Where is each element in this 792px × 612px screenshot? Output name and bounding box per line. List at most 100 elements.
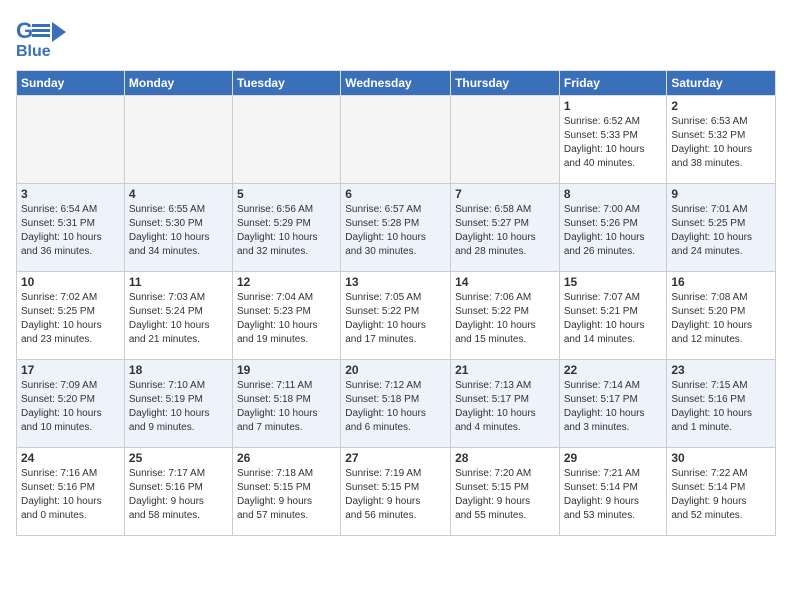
day-info: Sunrise: 7:11 AM Sunset: 5:18 PM Dayligh…	[237, 379, 336, 435]
day-info: Sunrise: 7:13 AM Sunset: 5:17 PM Dayligh…	[455, 379, 555, 435]
calendar-cell: 20Sunrise: 7:12 AM Sunset: 5:18 PM Dayli…	[341, 360, 451, 448]
calendar-cell	[341, 96, 451, 184]
header: G Blue	[16, 16, 776, 60]
day-info: Sunrise: 7:08 AM Sunset: 5:20 PM Dayligh…	[671, 291, 771, 347]
day-number: 21	[455, 363, 555, 377]
day-info: Sunrise: 7:00 AM Sunset: 5:26 PM Dayligh…	[564, 203, 663, 259]
calendar-cell: 26 Sunrise: 7:18 AM Sunset: 5:15 PM Dayli…	[232, 448, 340, 536]
day-number: 29	[564, 451, 663, 465]
day-info: Sunrise: 7:06 AM Sunset: 5:22 PM Dayligh…	[455, 291, 555, 347]
day-number: 6	[345, 187, 446, 201]
day-number: 18	[129, 363, 228, 377]
day-number: 8	[564, 187, 663, 201]
day-number: 9	[671, 187, 771, 201]
day-info: Sunrise: 7:18 AM Sunset: 5:15 PM Dayligh…	[237, 467, 336, 523]
calendar-cell: 10 Sunrise: 7:02 AM Sunset: 5:25 PM Dayli…	[17, 272, 125, 360]
calendar-header-friday: Friday	[559, 71, 667, 96]
calendar-cell: 3Sunrise: 6:54 AM Sunset: 5:31 PM Daylig…	[17, 184, 125, 272]
calendar-week-row: 1 Sunrise: 6:52 AM Sunset: 5:33 PM Daylig…	[17, 96, 776, 184]
calendar-header-wednesday: Wednesday	[341, 71, 451, 96]
calendar-cell: 19 Sunrise: 7:11 AM Sunset: 5:18 PM Dayli…	[232, 360, 340, 448]
day-number: 15	[564, 275, 663, 289]
day-number: 17	[21, 363, 120, 377]
calendar-cell: 23Sunrise: 7:15 AM Sunset: 5:16 PM Dayli…	[667, 360, 776, 448]
calendar-cell: 22 Sunrise: 7:14 AM Sunset: 5:17 PM Dayli…	[559, 360, 667, 448]
day-info: Sunrise: 7:02 AM Sunset: 5:25 PM Dayligh…	[21, 291, 120, 347]
calendar-header-row: SundayMondayTuesdayWednesdayThursdayFrid…	[17, 71, 776, 96]
day-number: 30	[671, 451, 771, 465]
calendar-cell: 8 Sunrise: 7:00 AM Sunset: 5:26 PM Daylig…	[559, 184, 667, 272]
day-info: Sunrise: 7:16 AM Sunset: 5:16 PM Dayligh…	[21, 467, 120, 523]
day-number: 24	[21, 451, 120, 465]
day-number: 14	[455, 275, 555, 289]
day-info: Sunrise: 7:09 AM Sunset: 5:20 PM Dayligh…	[21, 379, 120, 435]
day-info: Sunrise: 7:04 AM Sunset: 5:23 PM Dayligh…	[237, 291, 336, 347]
calendar-cell: 11 Sunrise: 7:03 AM Sunset: 5:24 PM Dayli…	[124, 272, 232, 360]
calendar-week-row: 24 Sunrise: 7:16 AM Sunset: 5:16 PM Dayli…	[17, 448, 776, 536]
calendar-week-row: 10 Sunrise: 7:02 AM Sunset: 5:25 PM Dayli…	[17, 272, 776, 360]
day-number: 5	[237, 187, 336, 201]
calendar-cell: 7 Sunrise: 6:58 AM Sunset: 5:27 PM Daylig…	[451, 184, 560, 272]
calendar-cell	[451, 96, 560, 184]
day-number: 3	[21, 187, 120, 201]
day-number: 16	[671, 275, 771, 289]
day-number: 27	[345, 451, 446, 465]
calendar-header-monday: Monday	[124, 71, 232, 96]
logo-svg: G Blue	[16, 16, 106, 60]
day-number: 11	[129, 275, 228, 289]
day-info: Sunrise: 7:03 AM Sunset: 5:24 PM Dayligh…	[129, 291, 228, 347]
day-info: Sunrise: 7:01 AM Sunset: 5:25 PM Dayligh…	[671, 203, 771, 259]
day-number: 25	[129, 451, 228, 465]
calendar-cell: 6 Sunrise: 6:57 AM Sunset: 5:28 PM Daylig…	[341, 184, 451, 272]
day-info: Sunrise: 7:22 AM Sunset: 5:14 PM Dayligh…	[671, 467, 771, 523]
day-info: Sunrise: 7:05 AM Sunset: 5:22 PM Dayligh…	[345, 291, 446, 347]
day-info: Sunrise: 6:57 AM Sunset: 5:28 PM Dayligh…	[345, 203, 446, 259]
calendar-cell: 17 Sunrise: 7:09 AM Sunset: 5:20 PM Dayli…	[17, 360, 125, 448]
calendar-cell: 5Sunrise: 6:56 AM Sunset: 5:29 PM Daylig…	[232, 184, 340, 272]
logo: G Blue	[16, 16, 106, 60]
svg-text:Blue: Blue	[16, 43, 51, 60]
calendar-cell: 15Sunrise: 7:07 AM Sunset: 5:21 PM Dayli…	[559, 272, 667, 360]
day-number: 13	[345, 275, 446, 289]
calendar-cell: 16 Sunrise: 7:08 AM Sunset: 5:20 PM Dayli…	[667, 272, 776, 360]
day-info: Sunrise: 6:52 AM Sunset: 5:33 PM Dayligh…	[564, 115, 663, 171]
calendar-cell: 30 Sunrise: 7:22 AM Sunset: 5:14 PM Dayli…	[667, 448, 776, 536]
calendar-week-row: 3Sunrise: 6:54 AM Sunset: 5:31 PM Daylig…	[17, 184, 776, 272]
day-number: 23	[671, 363, 771, 377]
calendar-cell: 4 Sunrise: 6:55 AM Sunset: 5:30 PM Daylig…	[124, 184, 232, 272]
day-info: Sunrise: 6:53 AM Sunset: 5:32 PM Dayligh…	[671, 115, 771, 171]
calendar-cell: 14 Sunrise: 7:06 AM Sunset: 5:22 PM Dayli…	[451, 272, 560, 360]
day-number: 19	[237, 363, 336, 377]
calendar-cell	[232, 96, 340, 184]
day-number: 10	[21, 275, 120, 289]
day-number: 2	[671, 99, 771, 113]
day-number: 12	[237, 275, 336, 289]
day-info: Sunrise: 6:58 AM Sunset: 5:27 PM Dayligh…	[455, 203, 555, 259]
day-number: 7	[455, 187, 555, 201]
day-number: 28	[455, 451, 555, 465]
calendar-header-sunday: Sunday	[17, 71, 125, 96]
calendar-cell: 18Sunrise: 7:10 AM Sunset: 5:19 PM Dayli…	[124, 360, 232, 448]
calendar-header-saturday: Saturday	[667, 71, 776, 96]
day-info: Sunrise: 7:17 AM Sunset: 5:16 PM Dayligh…	[129, 467, 228, 523]
calendar-cell: 24 Sunrise: 7:16 AM Sunset: 5:16 PM Dayli…	[17, 448, 125, 536]
calendar-cell: 9 Sunrise: 7:01 AM Sunset: 5:25 PM Daylig…	[667, 184, 776, 272]
calendar-cell	[17, 96, 125, 184]
calendar-week-row: 17 Sunrise: 7:09 AM Sunset: 5:20 PM Dayli…	[17, 360, 776, 448]
calendar-cell: 27 Sunrise: 7:19 AM Sunset: 5:15 PM Dayli…	[341, 448, 451, 536]
calendar-cell: 25 Sunrise: 7:17 AM Sunset: 5:16 PM Dayli…	[124, 448, 232, 536]
calendar-cell: 1 Sunrise: 6:52 AM Sunset: 5:33 PM Daylig…	[559, 96, 667, 184]
day-info: Sunrise: 6:55 AM Sunset: 5:30 PM Dayligh…	[129, 203, 228, 259]
calendar-header-thursday: Thursday	[451, 71, 560, 96]
calendar-header-tuesday: Tuesday	[232, 71, 340, 96]
day-number: 26	[237, 451, 336, 465]
day-number: 22	[564, 363, 663, 377]
calendar-cell: 13 Sunrise: 7:05 AM Sunset: 5:22 PM Dayli…	[341, 272, 451, 360]
day-number: 4	[129, 187, 228, 201]
day-number: 1	[564, 99, 663, 113]
calendar-cell: 21 Sunrise: 7:13 AM Sunset: 5:17 PM Dayli…	[451, 360, 560, 448]
svg-text:G: G	[16, 18, 33, 43]
day-info: Sunrise: 7:12 AM Sunset: 5:18 PM Dayligh…	[345, 379, 446, 435]
day-info: Sunrise: 7:19 AM Sunset: 5:15 PM Dayligh…	[345, 467, 446, 523]
day-info: Sunrise: 7:14 AM Sunset: 5:17 PM Dayligh…	[564, 379, 663, 435]
